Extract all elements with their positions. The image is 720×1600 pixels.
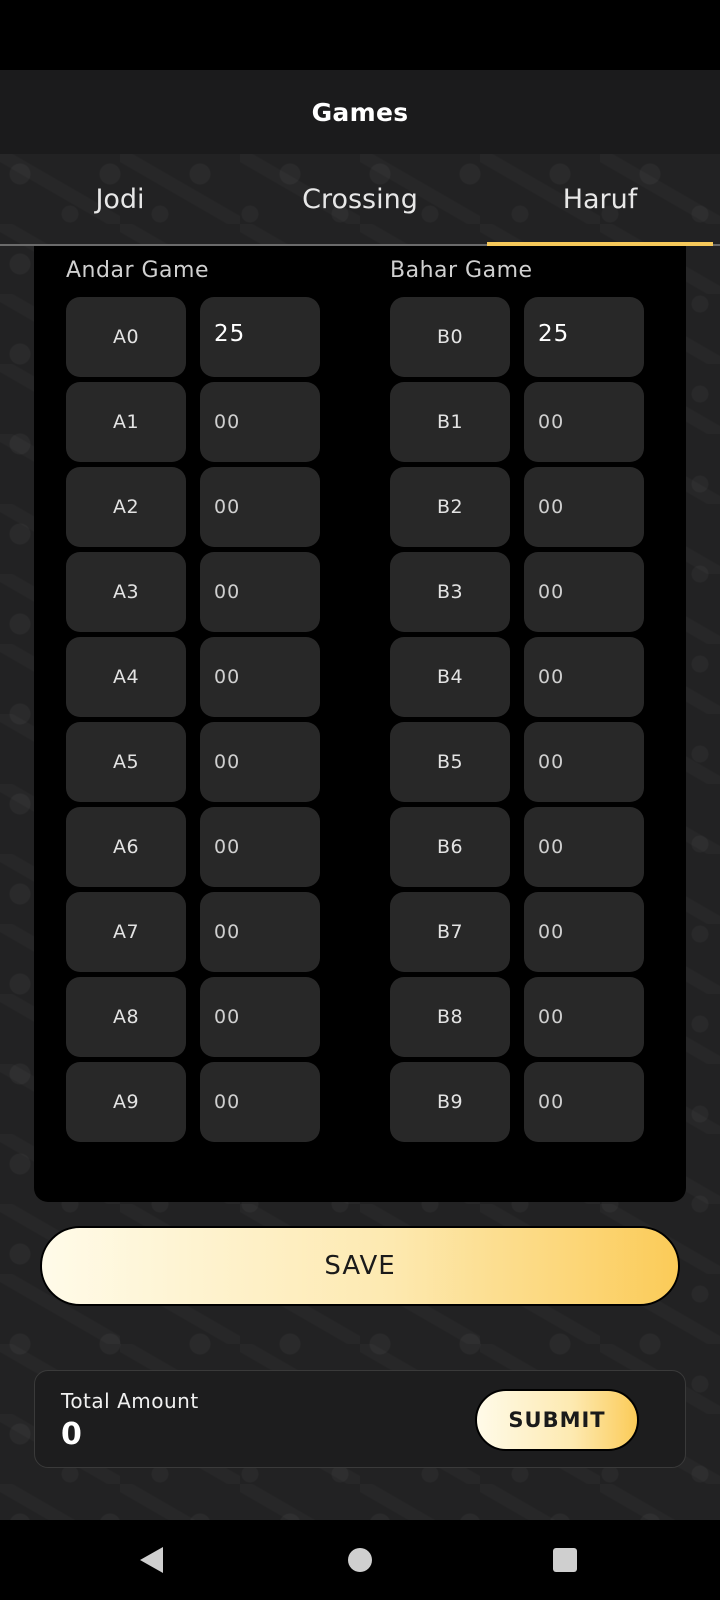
andar-row: A6 00 — [66, 807, 320, 887]
tab-jodi[interactable]: Jodi — [0, 154, 240, 244]
haruf-panel: Andar Game Bahar Game A0 25 A1 00 A2 00 A3 00 A4… — [34, 246, 686, 1202]
andar-amount-input[interactable]: 00 — [200, 382, 320, 462]
andar-amount-input[interactable]: 25 — [200, 297, 320, 377]
bahar-row: B4 00 — [390, 637, 644, 717]
andar-amount-input[interactable]: 00 — [200, 637, 320, 717]
bahar-number-label: B3 — [390, 552, 510, 632]
bahar-game-heading: Bahar Game — [390, 258, 533, 283]
bahar-row: B0 25 — [390, 297, 644, 377]
tab-haruf[interactable]: Haruf — [480, 154, 720, 246]
andar-number-label: A7 — [66, 892, 186, 972]
bahar-number-label: B8 — [390, 977, 510, 1057]
submit-button[interactable]: SUBMIT — [475, 1389, 639, 1451]
andar-number-label: A8 — [66, 977, 186, 1057]
andar-number-label: A3 — [66, 552, 186, 632]
bahar-amount-input[interactable]: 00 — [524, 892, 644, 972]
andar-amount-input[interactable]: 00 — [200, 977, 320, 1057]
andar-amount-input[interactable]: 00 — [200, 1062, 320, 1142]
bahar-number-label: B7 — [390, 892, 510, 972]
page-title: Games — [311, 97, 409, 127]
bahar-number-label: B6 — [390, 807, 510, 887]
bahar-amount-input[interactable]: 00 — [524, 552, 644, 632]
andar-number-label: A0 — [66, 297, 186, 377]
andar-row: A8 00 — [66, 977, 320, 1057]
bahar-row: B1 00 — [390, 382, 644, 462]
andar-row: A7 00 — [66, 892, 320, 972]
total-amount-card: Total Amount 0 SUBMIT — [34, 1370, 686, 1468]
andar-row: A4 00 — [66, 637, 320, 717]
bahar-amount-input[interactable]: 00 — [524, 977, 644, 1057]
bahar-amount-input[interactable]: 00 — [524, 467, 644, 547]
andar-row: A1 00 — [66, 382, 320, 462]
app-bar: Games — [0, 70, 720, 154]
andar-number-label: A5 — [66, 722, 186, 802]
recents-button[interactable] — [545, 1540, 585, 1580]
andar-number-label: A9 — [66, 1062, 186, 1142]
andar-amount-input[interactable]: 00 — [200, 892, 320, 972]
bahar-number-label: B2 — [390, 467, 510, 547]
bahar-amount-input[interactable]: 00 — [524, 722, 644, 802]
total-amount-value: 0 — [61, 1417, 82, 1452]
game-tabs: Jodi Crossing Haruf — [0, 154, 720, 246]
andar-number-label: A6 — [66, 807, 186, 887]
andar-row: A0 25 — [66, 297, 320, 377]
tab-crossing[interactable]: Crossing — [240, 154, 480, 244]
bahar-row: B7 00 — [390, 892, 644, 972]
andar-row: A9 00 — [66, 1062, 320, 1142]
back-triangle-icon — [139, 1547, 163, 1573]
bahar-amount-input[interactable]: 00 — [524, 382, 644, 462]
bahar-amount-input[interactable]: 00 — [524, 1062, 644, 1142]
home-circle-icon — [348, 1548, 372, 1572]
andar-amount-input[interactable]: 00 — [200, 722, 320, 802]
bahar-row: B2 00 — [390, 467, 644, 547]
total-amount-label: Total Amount — [61, 1389, 199, 1413]
bahar-amount-input[interactable]: 25 — [524, 297, 644, 377]
system-nav-bar — [0, 1520, 720, 1600]
games-screen: Games Jodi Crossing Haruf Andar Game Bah… — [0, 0, 720, 1600]
andar-number-label: A2 — [66, 467, 186, 547]
status-bar — [0, 0, 720, 70]
andar-amount-input[interactable]: 00 — [200, 467, 320, 547]
andar-row: A5 00 — [66, 722, 320, 802]
bahar-row: B8 00 — [390, 977, 644, 1057]
bahar-number-label: B4 — [390, 637, 510, 717]
save-button[interactable]: SAVE — [40, 1226, 680, 1306]
bahar-row: B9 00 — [390, 1062, 644, 1142]
back-button[interactable] — [131, 1540, 171, 1580]
bahar-row: B3 00 — [390, 552, 644, 632]
bahar-number-label: B1 — [390, 382, 510, 462]
bahar-number-label: B0 — [390, 297, 510, 377]
andar-game-heading: Andar Game — [66, 258, 209, 283]
recents-square-icon — [553, 1548, 577, 1572]
bahar-number-label: B9 — [390, 1062, 510, 1142]
andar-number-label: A4 — [66, 637, 186, 717]
andar-amount-input[interactable]: 00 — [200, 552, 320, 632]
bahar-number-label: B5 — [390, 722, 510, 802]
bahar-row: B5 00 — [390, 722, 644, 802]
andar-row: A3 00 — [66, 552, 320, 632]
bahar-amount-input[interactable]: 00 — [524, 637, 644, 717]
bahar-row: B6 00 — [390, 807, 644, 887]
andar-amount-input[interactable]: 00 — [200, 807, 320, 887]
home-button[interactable] — [340, 1540, 380, 1580]
bahar-amount-input[interactable]: 00 — [524, 807, 644, 887]
andar-number-label: A1 — [66, 382, 186, 462]
andar-row: A2 00 — [66, 467, 320, 547]
